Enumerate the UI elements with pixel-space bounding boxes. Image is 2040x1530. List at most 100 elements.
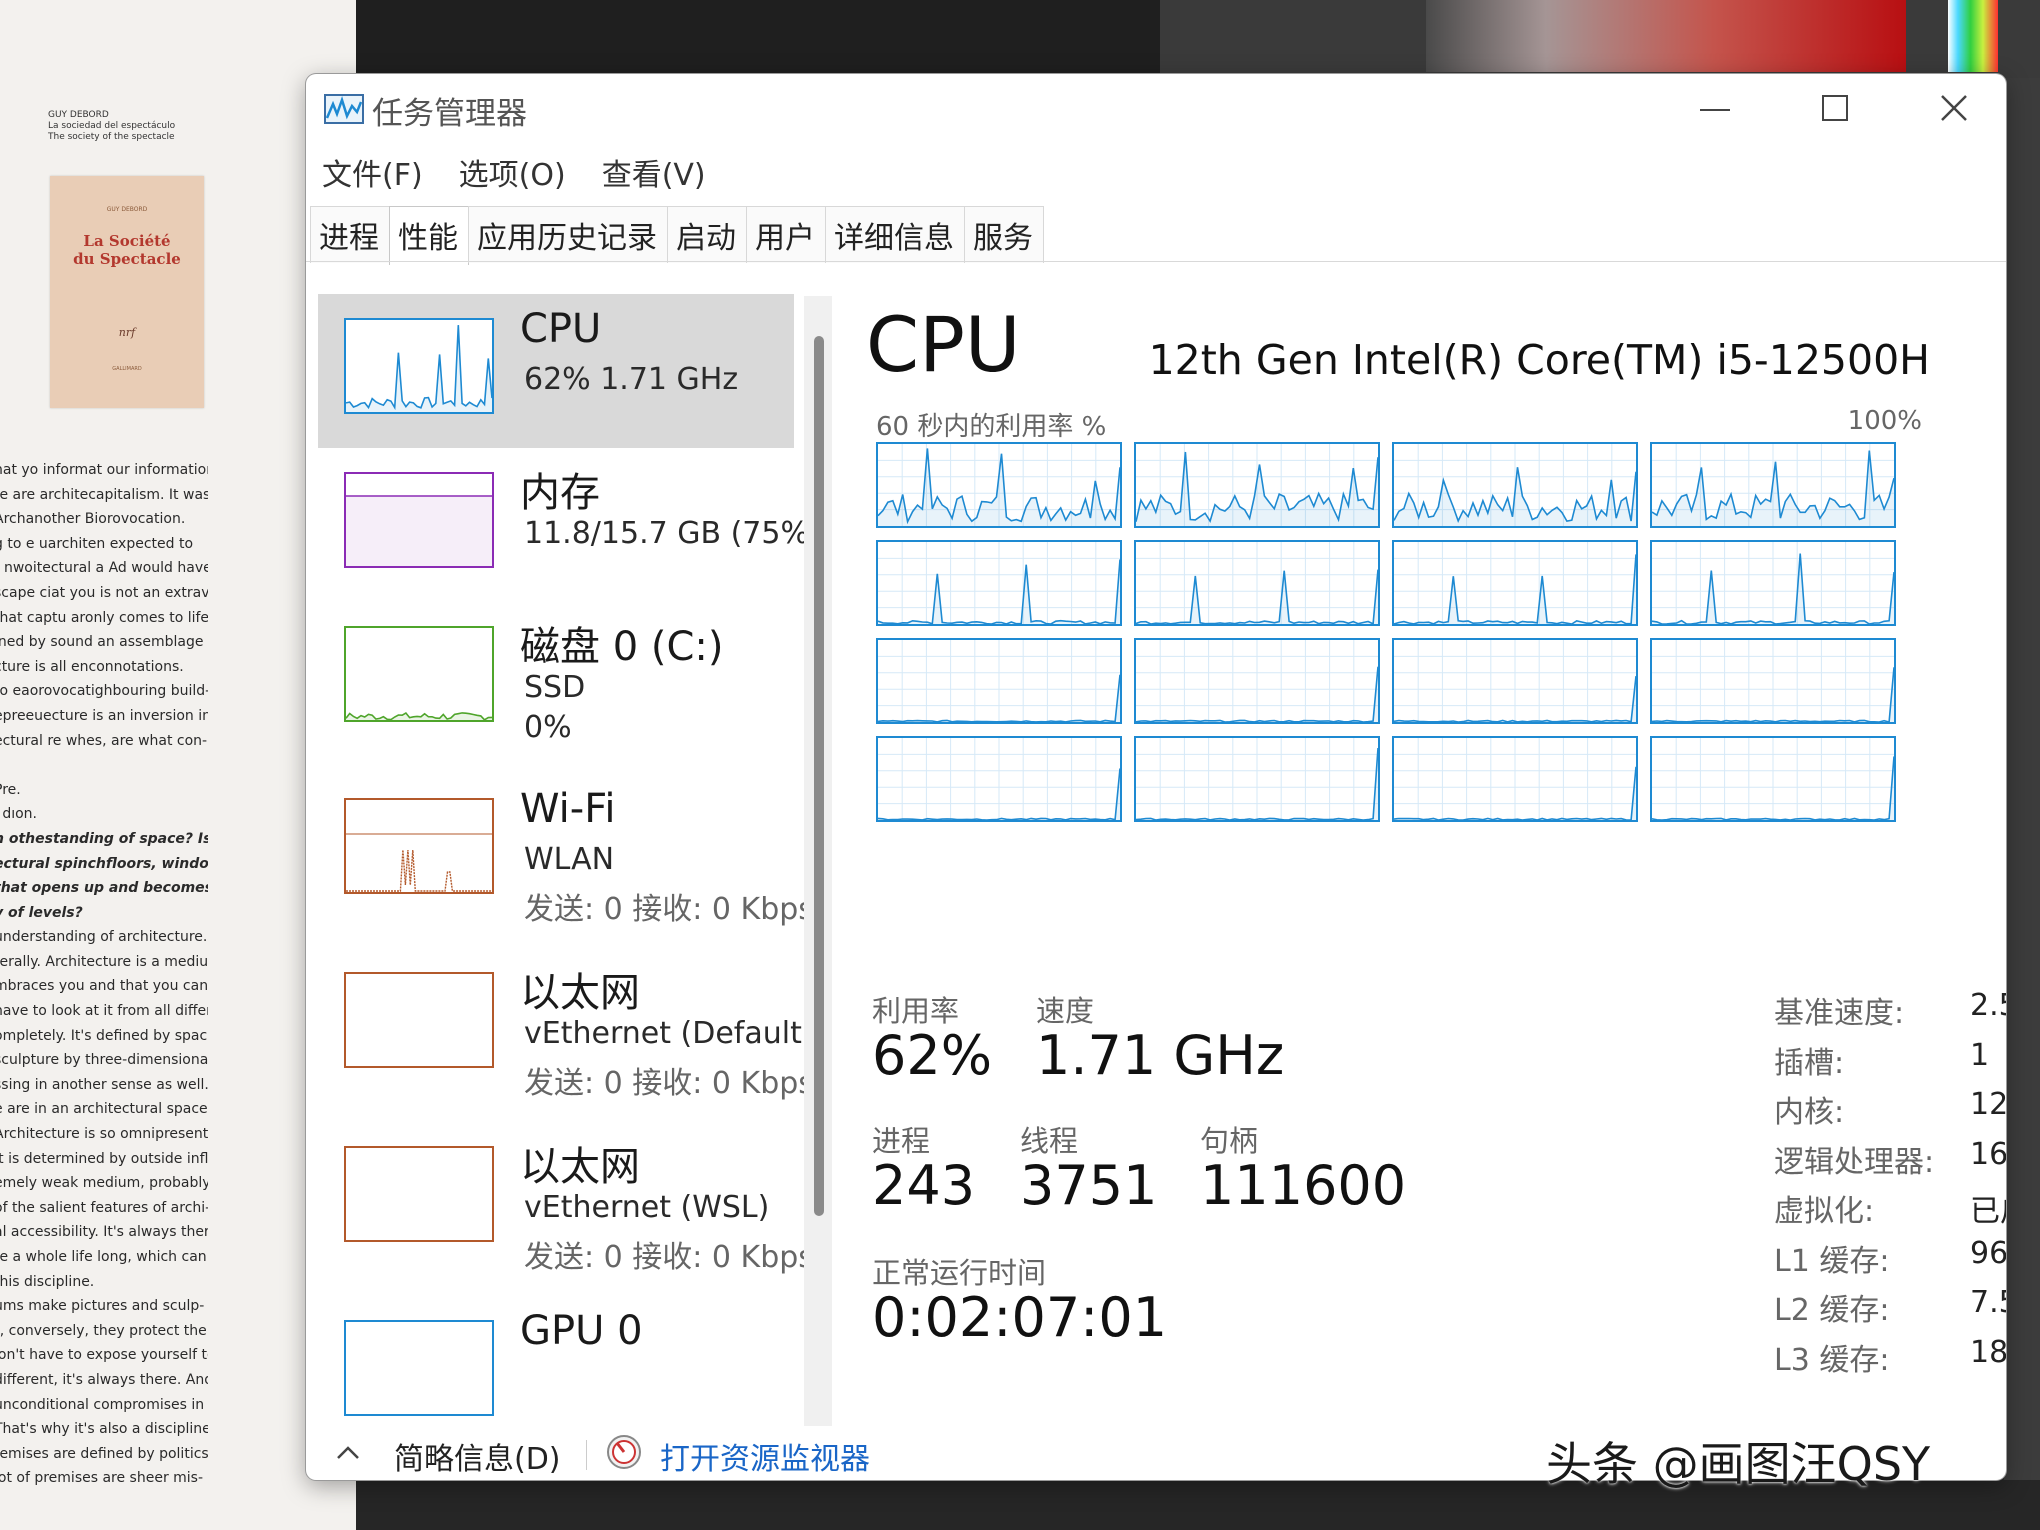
document-text-line: ined by sound an assemblage	[0, 634, 204, 651]
tab-performance[interactable]: 性能	[389, 206, 469, 265]
sidebar-item-disk[interactable]: 磁盘 0 (C:) SSD 0%	[318, 602, 794, 756]
document-text-line: ompletely. It's defined by space	[0, 1027, 208, 1044]
spec-label: 虚拟化:	[1774, 1194, 1875, 1229]
cpu-model-name: 12th Gen Intel(R) Core(TM) i5-12500H	[1148, 336, 1930, 384]
sidebar-item-label: CPU	[520, 306, 602, 352]
chevron-up-icon[interactable]	[336, 1444, 360, 1460]
document-text-line: It is determined by outside influ-	[0, 1150, 208, 1167]
wifi-mini-graph	[344, 798, 494, 894]
spec-label: L3 缓存:	[1774, 1343, 1890, 1378]
sidebar-scrollbar-thumb[interactable]	[814, 336, 824, 1216]
tab-bar: 进程 性能 应用历史记录 启动 用户 详细信息 服务	[310, 206, 1044, 265]
tab-services[interactable]: 服务	[964, 206, 1044, 263]
background-color-spectrum	[1948, 0, 1998, 72]
menu-file[interactable]: 文件(F)	[322, 150, 423, 198]
open-resource-monitor-link[interactable]: 打开资源监视器	[660, 1434, 870, 1478]
document-text-line: sculpture by three-dimensional	[0, 1052, 208, 1069]
logical-processor-graph	[876, 442, 1122, 528]
document-text-line: r, conversely, they protect the	[0, 1322, 207, 1339]
sidebar-item-label: GPU 0	[520, 1308, 643, 1354]
document-text-line: Architecture is so omnipresent	[0, 1126, 208, 1143]
sidebar-item-detail: 发送: 0 接收: 0 Kbps	[524, 1066, 814, 1101]
sidebar-item-detail: vEthernet (WSL)	[524, 1190, 770, 1225]
document-text-line: Archanother Biorovocation.	[0, 511, 186, 528]
ethernet-mini-graph	[344, 1146, 494, 1242]
sidebar-item-gpu[interactable]: GPU 0	[318, 1296, 794, 1434]
spec-value: 7.5 MB	[1970, 1285, 2006, 1320]
tab-details[interactable]: 详细信息	[825, 206, 965, 263]
sidebar-item-label: Wi-Fi	[520, 786, 616, 832]
sidebar-item-detail: vEthernet (Default Switch)	[524, 1016, 814, 1051]
sidebar-item-label: 以太网	[520, 1144, 640, 1190]
graph-caption: 60 秒内的利用率 %	[876, 412, 1107, 442]
background-document: GUY DEBORD La sociedad del espectáculo T…	[0, 0, 356, 1530]
logical-processor-graphs	[876, 442, 1896, 832]
spec-label: 内核:	[1774, 1095, 1845, 1130]
cover-author: GUY DEBORD	[106, 206, 148, 213]
sidebar-item-ethernet[interactable]: 以太网 vEthernet (WSL) 发送: 0 接收: 0 Kbps	[318, 1122, 814, 1276]
sidebar-item-label: 内存	[520, 470, 600, 516]
document-text-line	[0, 753, 208, 778]
spec-value: 960 KB	[1970, 1236, 2006, 1271]
logical-processor-graph	[1392, 442, 1638, 528]
resource-sidebar: CPU 62% 1.71 GHz 内存 11.8/15.7 GB (75%) 磁…	[318, 294, 814, 1434]
document-text-line: That's why it's also a discipline	[0, 1421, 208, 1438]
sidebar-item-memory[interactable]: 内存 11.8/15.7 GB (75%)	[318, 448, 814, 602]
spec-value: 1	[1970, 1038, 1990, 1073]
tab-startup[interactable]: 启动	[667, 206, 747, 263]
document-text-line: different, it's always there. And	[0, 1371, 208, 1388]
watermark-text: 头条 @画图汪QSY	[1546, 1437, 1931, 1491]
tab-app-history[interactable]: 应用历史记录	[468, 206, 668, 263]
document-text-line: g to e uarchiten expected to	[0, 535, 194, 552]
minimize-button[interactable]	[1696, 92, 1736, 126]
resource-monitor-icon	[607, 1435, 641, 1469]
document-text-line: re are architecapitalism. It was	[0, 486, 208, 503]
tab-users[interactable]: 用户	[746, 206, 826, 263]
menu-options[interactable]: 选项(O)	[459, 150, 566, 198]
document-text-line: ı dıon.	[0, 806, 38, 823]
document-text-line: cture is all enconnotations.	[0, 658, 184, 675]
sidebar-item-cpu[interactable]: CPU 62% 1.71 GHz	[318, 294, 794, 448]
menu-bar: 文件(F) 选项(O) 查看(V)	[322, 150, 742, 198]
menu-view[interactable]: 查看(V)	[602, 150, 706, 198]
task-manager-icon	[324, 94, 364, 124]
title-bar[interactable]: 任务管理器	[306, 74, 2006, 144]
cover-title-line: du Spectacle	[73, 250, 181, 268]
document-text-line: h othestanding of space? Is	[0, 830, 208, 847]
cover-title: La Société du Spectacle	[50, 232, 204, 268]
maximize-button[interactable]	[1814, 92, 1854, 126]
uptime-value: 0:02:07:01	[872, 1286, 1168, 1349]
sidebar-item-detail: 发送: 0 接收: 0 Kbps	[524, 1240, 814, 1275]
document-text-line: Pre.	[0, 781, 21, 798]
logical-processor-graph	[1650, 638, 1896, 724]
document-text-line: scape ciat you is not an extrav-	[0, 584, 208, 601]
document-text-line: re a whole life long, which can	[0, 1249, 207, 1265]
spec-label: 插槽:	[1774, 1046, 1845, 1081]
logical-processor-graph	[1650, 442, 1896, 528]
tab-divider	[306, 261, 2006, 262]
sidebar-item-ethernet[interactable]: 以太网 vEthernet (Default Switch) 发送: 0 接收:…	[318, 948, 814, 1102]
close-button[interactable]	[1934, 92, 1974, 126]
book-cover-image: GUY DEBORD La Société du Spectacle nrf G…	[50, 176, 204, 408]
fewer-details-button[interactable]: 简略信息(D)	[394, 1434, 561, 1478]
logical-processor-graph	[876, 540, 1122, 626]
document-text-line: emely weak medium, probably	[0, 1175, 208, 1192]
document-text-line: al accessibility. It's always there	[0, 1224, 208, 1241]
spec-value: 12	[1970, 1087, 2006, 1122]
document-text-line: lot of premises are sheer mis-	[0, 1470, 204, 1487]
spec-value: 已启用	[1970, 1194, 2006, 1229]
sidebar-item-detail: 0%	[524, 710, 572, 745]
document-text-line: of the salient features of archi-	[0, 1199, 208, 1216]
memory-mini-graph	[344, 472, 494, 568]
sidebar-item-wifi[interactable]: Wi-Fi WLAN 发送: 0 接收: 0 Kbps	[318, 774, 814, 928]
document-text-line: y of levels?	[0, 904, 83, 921]
gpu-mini-graph	[344, 1320, 494, 1416]
cover-publisher: GALLIMARD	[112, 366, 142, 372]
document-text-line: remises are defined by politics	[0, 1445, 208, 1462]
document-text-line: lon't have to expose yourself to	[0, 1347, 208, 1364]
document-text-line: this discipline.	[0, 1273, 95, 1290]
document-text-line: ums make pictures and sculp-	[0, 1298, 205, 1315]
tab-processes[interactable]: 进程	[310, 206, 390, 263]
spec-value: 18.0 MB	[1970, 1335, 2006, 1370]
sidebar-item-detail: 11.8/15.7 GB (75%)	[524, 516, 814, 551]
